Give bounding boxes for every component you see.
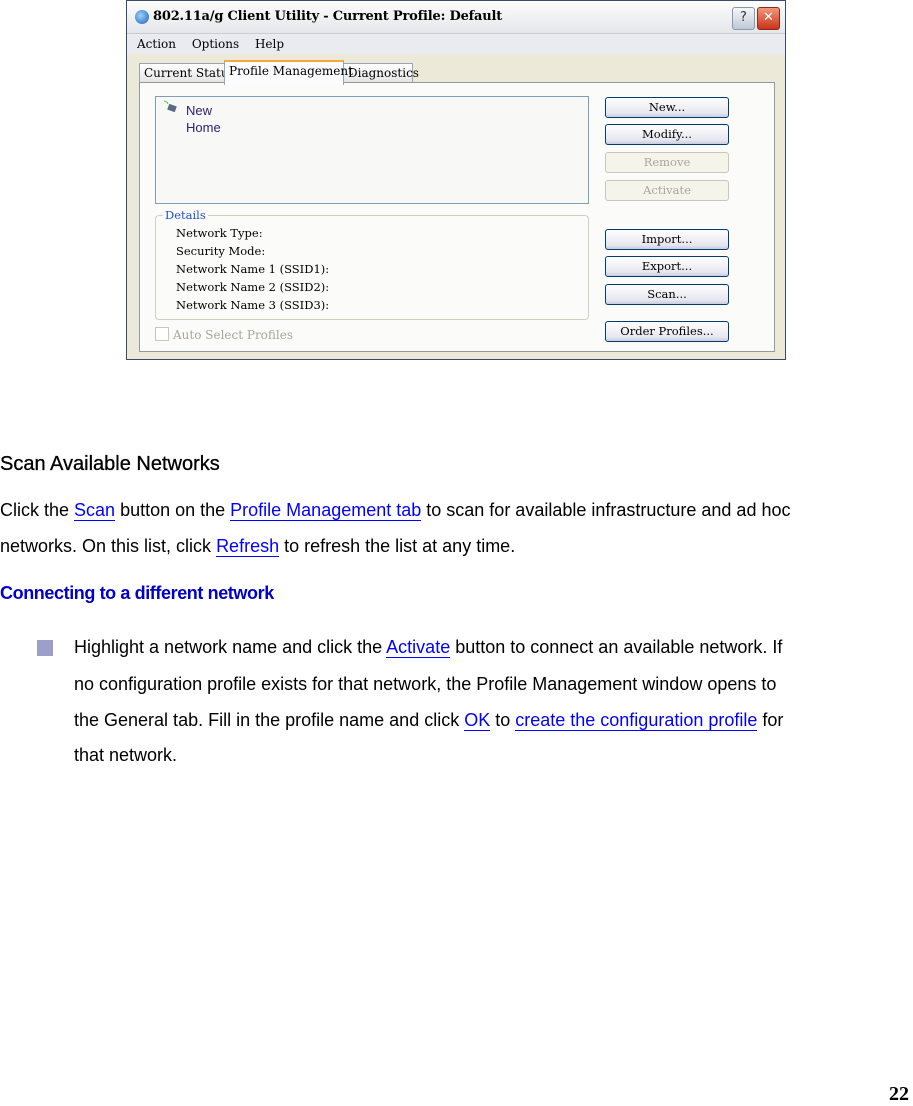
tab-profile-management[interactable]: Profile Management xyxy=(224,60,353,85)
modify-button[interactable]: Modify... xyxy=(605,124,729,145)
export-button[interactable]: Export... xyxy=(605,256,729,277)
bullet-line-3: the General tab. Fill in the profile nam… xyxy=(74,710,783,731)
text: to scan for available infrastructure and… xyxy=(421,500,791,520)
menu-action[interactable]: Action xyxy=(137,37,176,51)
text: to xyxy=(490,710,516,730)
activate-link[interactable]: Activate xyxy=(386,637,451,658)
menu-options[interactable]: Options xyxy=(192,37,239,51)
text: for xyxy=(757,710,784,730)
window-title: 802.11a/g Client Utility - Current Profi… xyxy=(153,9,503,24)
security-mode-label: Security Mode: xyxy=(176,244,266,258)
scan-button[interactable]: Scan... xyxy=(605,284,729,305)
client-utility-window-screenshot: 802.11a/g Client Utility - Current Profi… xyxy=(126,0,786,360)
order-profiles-button[interactable]: Order Profiles... xyxy=(605,321,729,342)
menu-help[interactable]: Help xyxy=(255,37,284,51)
new-button[interactable]: New... xyxy=(605,97,729,118)
bullet-square-icon xyxy=(37,640,53,656)
profile-item-home[interactable]: Home xyxy=(186,120,221,135)
page-number: 22 xyxy=(889,1083,909,1105)
remove-button[interactable]: Remove xyxy=(605,152,729,173)
auto-select-label: Auto Select Profiles xyxy=(173,328,294,342)
create-configuration-profile-link[interactable]: create the configuration profile xyxy=(515,710,758,731)
checkbox-box[interactable] xyxy=(155,327,169,341)
wireless-profile-icon xyxy=(163,100,177,112)
profile-item-new[interactable]: New xyxy=(186,103,212,118)
ssid3-label: Network Name 3 (SSID3): xyxy=(176,298,330,312)
close-button[interactable]: ✕ xyxy=(757,7,780,30)
ssid2-label: Network Name 2 (SSID2): xyxy=(176,280,330,294)
details-legend: Details xyxy=(163,208,208,222)
ssid1-label: Network Name 1 (SSID1): xyxy=(176,262,330,276)
profile-management-panel: New Home New... Modify... Remove Activat… xyxy=(139,82,775,352)
activate-button[interactable]: Activate xyxy=(605,180,729,201)
ok-link[interactable]: OK xyxy=(464,710,491,731)
section-heading: Scan Available Networks xyxy=(0,453,220,475)
bullet-line-1: Highlight a network name and click the A… xyxy=(74,637,782,658)
text: networks. On this list, click xyxy=(0,536,217,556)
paragraph-line-2: networks. On this list, click Refresh to… xyxy=(0,536,515,557)
paragraph-line-1: Click the Scan button on the Profile Man… xyxy=(0,500,790,521)
tab-diagnostics[interactable]: Diagnostics xyxy=(343,63,419,83)
subheading: Connecting to a different network xyxy=(0,583,274,603)
text: button on the xyxy=(115,500,231,520)
help-button[interactable]: ? xyxy=(732,7,755,30)
refresh-link[interactable]: Refresh xyxy=(216,536,280,557)
profile-management-tab-link[interactable]: Profile Management tab xyxy=(230,500,422,521)
title-bar: 802.11a/g Client Utility - Current Profi… xyxy=(127,1,785,34)
import-button[interactable]: Import... xyxy=(605,229,729,250)
details-group: Details Network Type: Security Mode: Net… xyxy=(155,208,589,320)
app-icon xyxy=(135,10,149,24)
bullet-line-2: no configuration profile exists for that… xyxy=(74,674,777,694)
network-type-label: Network Type: xyxy=(176,226,263,240)
menu-bar: Action Options Help xyxy=(127,34,785,54)
auto-select-profiles-checkbox[interactable]: Auto Select Profiles xyxy=(155,327,293,342)
tab-current-status[interactable]: Current Status xyxy=(139,63,235,83)
text: the General tab. Fill in the profile nam… xyxy=(74,710,465,730)
profile-list[interactable]: New Home xyxy=(155,96,589,204)
text: Click the xyxy=(0,500,75,520)
text: to refresh the list at any time. xyxy=(279,536,516,556)
bullet-line-4: that network. xyxy=(74,745,178,765)
text: Highlight a network name and click the xyxy=(74,637,387,657)
text: button to connect an available network. … xyxy=(450,637,783,657)
scan-link[interactable]: Scan xyxy=(74,500,116,521)
